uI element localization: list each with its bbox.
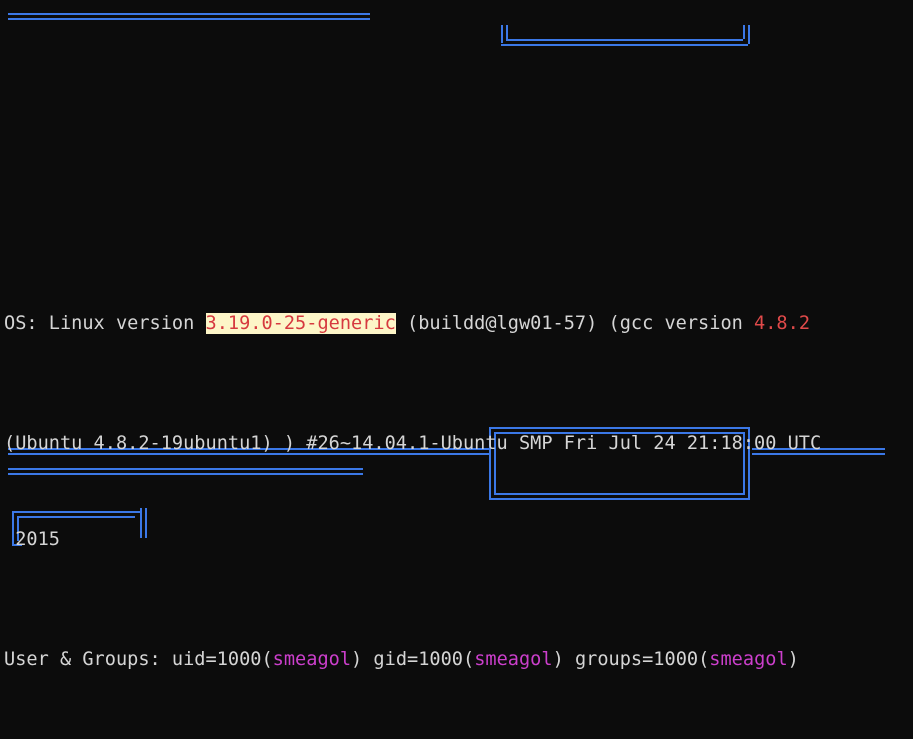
terminal-window[interactable]: OS: Linux version 3.19.0-25-generic (bui… [0,0,913,731]
row-os-tail-1: (Ubuntu 4.8.2-19ubuntu1) ) #26~14.04.1-U… [4,432,909,456]
user-groups-end: ) [787,649,799,670]
user-name-gid: smeagol [474,649,553,670]
row-blank-0 [4,96,909,120]
user-name-groups: smeagol [709,649,788,670]
os-builder: (buildd@lgw01-57) (gcc version [395,313,755,334]
user-groups-label: User & Groups: uid=1000( [4,649,273,670]
os-tail-1: (Ubuntu 4.8.2-19ubuntu1) ) #26~14.04.1-U… [4,433,822,454]
user-name-uid: smeagol [272,649,352,670]
user-groups-mid-1: ) gid=1000( [351,649,475,670]
user-groups-mid-2: ) groups=1000( [552,649,710,670]
row-blank-1 [4,192,909,216]
os-label: OS: Linux version [4,313,206,334]
os-version-highlight: 3.19.0-25-generic [205,313,396,334]
row-user-groups: User & Groups: uid=1000(smeagol) gid=100… [4,648,909,672]
row-os: OS: Linux version 3.19.0-25-generic (bui… [4,312,909,336]
terminal-text: OS: Linux version 3.19.0-25-generic (bui… [4,0,909,731]
row-os-tail-2: 2015 [4,528,909,552]
os-tail-2: 2015 [4,529,60,550]
os-gcc-version: 4.8.2 [754,313,811,334]
